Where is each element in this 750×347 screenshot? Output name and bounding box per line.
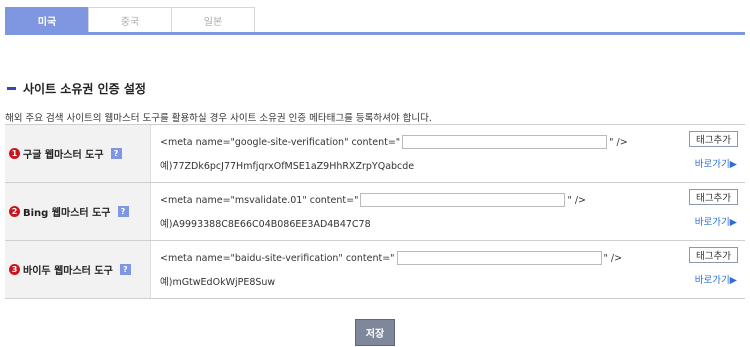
country-tabs: 미국 중국 일본 (5, 7, 255, 33)
section-header: 사이트 소유권 인증 설정 (7, 80, 146, 97)
meta-prefix: <meta name="msvalidate.01" content=" (160, 194, 359, 206)
goto-link[interactable]: 바로가기▶ (695, 214, 737, 228)
row-header: 1 구글 웹마스터 도구 ? (5, 125, 151, 182)
meta-suffix: " /> (609, 136, 628, 148)
row-header: 2 Bing 웹마스터 도구 ? (5, 183, 151, 240)
tab-usa[interactable]: 미국 (5, 7, 89, 32)
verification-input[interactable] (396, 251, 602, 265)
row-content: <meta name="google-site-verification" co… (151, 125, 745, 182)
help-icon[interactable]: ? (110, 148, 122, 159)
add-tag-button[interactable]: 태그추가 (689, 131, 738, 147)
meta-tag-line: <meta name="baidu-site-verification" con… (160, 251, 622, 265)
table-row: 3 바이두 웹마스터 도구 ? <meta name="baidu-site-v… (5, 241, 745, 299)
meta-tag-line: <meta name="msvalidate.01" content=" " /… (160, 193, 586, 207)
add-tag-button[interactable]: 태그추가 (689, 247, 738, 263)
tab-japan[interactable]: 일본 (171, 7, 255, 32)
goto-link[interactable]: 바로가기▶ (695, 272, 737, 286)
row-content: <meta name="msvalidate.01" content=" " /… (151, 183, 745, 240)
meta-suffix: " /> (603, 252, 623, 264)
example-text: 예)A9993388C8E66C04B086EE3AD4B47C78 (160, 219, 371, 230)
row-label: 바이두 웹마스터 도구 (23, 266, 113, 277)
meta-tag-line: <meta name="google-site-verification" co… (160, 135, 628, 149)
number-badge-icon: 1 (9, 148, 20, 159)
table-row: 1 구글 웹마스터 도구 ? <meta name="google-site-v… (5, 125, 745, 183)
section-description: 해외 주요 검색 사이트의 웹마스터 도구를 활용하실 경우 사이트 소유권 인… (5, 113, 432, 124)
meta-suffix: " /> (567, 194, 587, 206)
verification-input[interactable] (402, 135, 608, 149)
table-row: 2 Bing 웹마스터 도구 ? <meta name="msvalidate.… (5, 183, 745, 241)
add-tag-button[interactable]: 태그추가 (689, 189, 738, 205)
example-text: 예)77ZDk6pcJ77HmfjqrxOfMSE1aZ9HhRXZrpYQab… (160, 161, 415, 172)
section-title: 사이트 소유권 인증 설정 (23, 82, 146, 96)
number-badge-icon: 3 (9, 264, 20, 275)
tab-underline (5, 32, 745, 35)
title-bar-icon (7, 87, 16, 90)
row-header: 3 바이두 웹마스터 도구 ? (5, 241, 151, 298)
help-icon[interactable]: ? (117, 206, 129, 217)
goto-link[interactable]: 바로가기▶ (695, 156, 737, 170)
row-label: 구글 웹마스터 도구 (23, 150, 104, 161)
row-label: Bing 웹마스터 도구 (23, 208, 111, 219)
help-icon[interactable]: ? (119, 264, 131, 275)
meta-prefix: <meta name="baidu-site-verification" con… (160, 252, 395, 264)
number-badge-icon: 2 (9, 206, 20, 217)
save-button[interactable]: 저장 (355, 319, 395, 346)
meta-prefix: <meta name="google-site-verification" co… (160, 136, 401, 148)
verification-input[interactable] (360, 193, 566, 207)
webmaster-table: 1 구글 웹마스터 도구 ? <meta name="google-site-v… (5, 124, 745, 299)
example-text: 예)mGtwEdOkWjPE8Suw (160, 277, 276, 288)
row-content: <meta name="baidu-site-verification" con… (151, 241, 745, 298)
tab-china[interactable]: 중국 (88, 7, 172, 32)
